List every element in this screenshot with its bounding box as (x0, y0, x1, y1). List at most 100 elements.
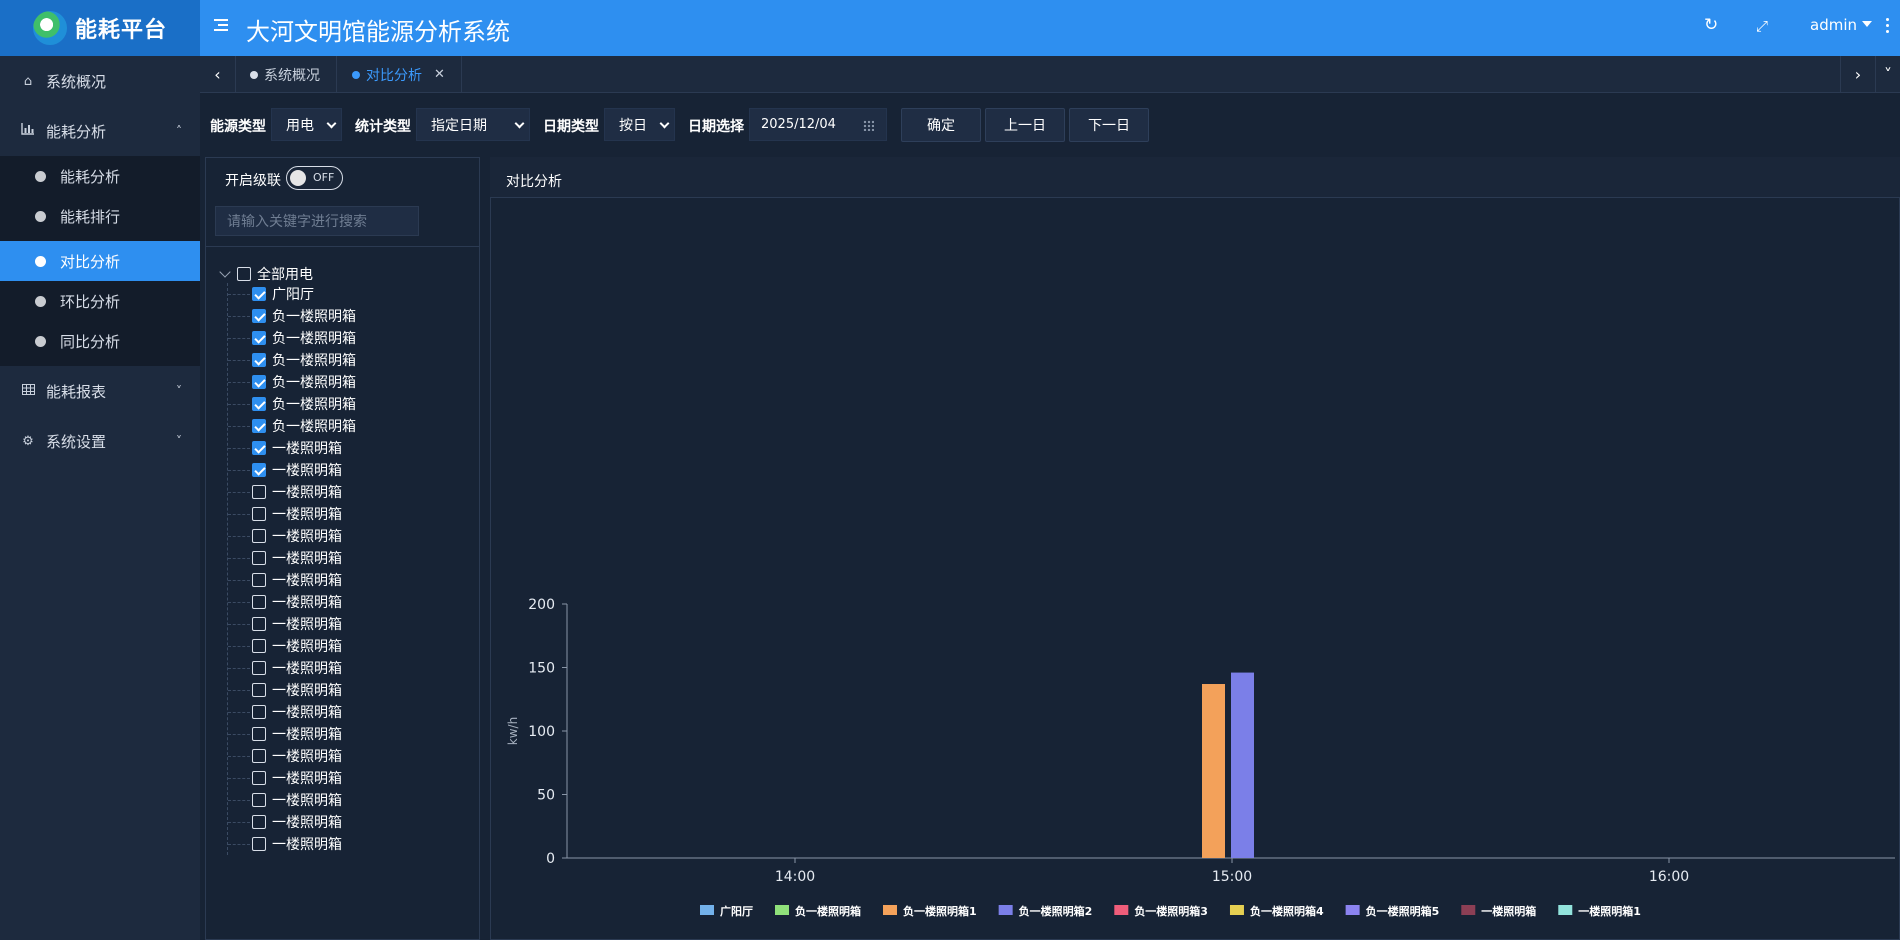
tree-node[interactable]: 一楼照明箱 (228, 614, 342, 634)
tree-node[interactable]: 一楼照明箱 (228, 790, 342, 810)
confirm-button[interactable]: 确定 (901, 108, 981, 142)
checkbox-checked[interactable] (252, 375, 266, 389)
checkbox[interactable] (252, 485, 266, 499)
checkbox[interactable] (252, 705, 266, 719)
legend-label: 负一楼照明箱 (795, 904, 861, 918)
checkbox[interactable] (252, 727, 266, 741)
sidebar-subitem-yoy[interactable]: 同比分析 (0, 321, 200, 361)
checkbox-checked[interactable] (252, 463, 266, 477)
user-menu[interactable]: admin (1810, 16, 1872, 34)
tab-menu-chevron-down-icon[interactable]: ˅ (1876, 56, 1900, 93)
tab-scroll-left-icon[interactable]: ‹ (200, 56, 236, 93)
tree-node[interactable]: 一楼照明箱 (228, 636, 342, 656)
tab-scroll-right-icon[interactable]: › (1840, 56, 1876, 93)
tree-node[interactable]: 负一楼照明箱 (228, 416, 356, 436)
tree-connector (228, 667, 250, 669)
checkbox[interactable] (252, 749, 266, 763)
tree-root[interactable]: 全部用电 (219, 264, 313, 284)
tree-node[interactable]: 负一楼照明箱 (228, 306, 356, 326)
tree-node[interactable]: 一楼照明箱 (228, 548, 342, 568)
checkbox[interactable] (252, 573, 266, 587)
next-day-button[interactable]: 下一日 (1069, 108, 1149, 142)
sidebar-item-settings[interactable]: ⚙ 系统设置 ˅ (0, 416, 200, 466)
checkbox-checked[interactable] (252, 419, 266, 433)
tree-node[interactable]: 一楼照明箱 (228, 592, 342, 612)
date-type-select[interactable]: 按日 (604, 108, 675, 141)
checkbox[interactable] (252, 793, 266, 807)
caret-down-icon (1862, 21, 1872, 27)
checkbox[interactable] (252, 639, 266, 653)
date-picker[interactable]: 2025/12/04 (749, 108, 887, 141)
refresh-icon[interactable]: ↻ (1704, 15, 1718, 35)
tree-node[interactable]: 一楼照明箱 (228, 526, 342, 546)
tree-node[interactable]: 一楼照明箱 (228, 482, 342, 502)
tree-node[interactable]: 负一楼照明箱 (228, 394, 356, 414)
tree-node[interactable]: 一楼照明箱 (228, 438, 342, 458)
tree-search-input[interactable]: 请输入关键字进行搜索 (215, 206, 419, 236)
checkbox[interactable] (252, 595, 266, 609)
tree-node-label: 一楼照明箱 (272, 683, 342, 699)
tree-node[interactable]: 一楼照明箱 (228, 460, 342, 480)
tree-node[interactable]: 一楼照明箱 (228, 680, 342, 700)
checkbox[interactable] (252, 551, 266, 565)
more-icon[interactable] (1886, 18, 1890, 36)
checkbox-checked[interactable] (252, 397, 266, 411)
checkbox[interactable] (252, 683, 266, 697)
tree-node[interactable]: 一楼照明箱 (228, 834, 342, 854)
checkbox-checked[interactable] (252, 441, 266, 455)
sidebar-subitem-comparison[interactable]: 对比分析 (0, 241, 200, 281)
tree-node[interactable]: 负一楼照明箱 (228, 350, 356, 370)
close-icon[interactable]: ✕ (434, 67, 445, 82)
menu-toggle-icon[interactable] (214, 19, 228, 31)
sidebar-subitem-energy-analysis[interactable]: 能耗分析 (0, 156, 200, 196)
tree-node[interactable]: 一楼照明箱 (228, 724, 342, 744)
chevron-down-icon (326, 118, 337, 129)
sidebar-item-energy-analysis[interactable]: 能耗分析 ˄ (0, 106, 200, 156)
tree-node[interactable]: 一楼照明箱 (228, 702, 342, 722)
sidebar-item-label: 能耗分析 (46, 122, 107, 141)
tree-node[interactable]: 广阳厅 (228, 284, 314, 304)
tree-node[interactable]: 一楼照明箱 (228, 812, 342, 832)
sidebar-subitem-mom[interactable]: 环比分析 (0, 281, 200, 321)
checkbox-checked[interactable] (252, 331, 266, 345)
sidebar-subitem-energy-ranking[interactable]: 能耗排行 (0, 196, 200, 236)
checkbox[interactable] (252, 661, 266, 675)
checkbox[interactable] (252, 617, 266, 631)
legend-swatch (1461, 905, 1476, 915)
tab-comparison[interactable]: 对比分析 ✕ (338, 56, 462, 93)
tree-connector (228, 799, 250, 801)
stat-type-label: 统计类型 (355, 119, 411, 135)
checkbox-checked[interactable] (252, 309, 266, 323)
checkbox-checked[interactable] (252, 287, 266, 301)
checkbox[interactable] (252, 837, 266, 851)
tree-connector (228, 447, 250, 449)
bar-负一楼照明箱2 (1231, 672, 1254, 858)
sidebar-item-overview[interactable]: ⌂ 系统概况 (0, 56, 200, 106)
sidebar-item-label: 能耗分析 (60, 167, 121, 186)
tree-node[interactable]: 一楼照明箱 (228, 658, 342, 678)
tree-node[interactable]: 负一楼照明箱 (228, 328, 356, 348)
sidebar-item-energy-report[interactable]: 能耗报表 ˅ (0, 366, 200, 416)
tree-connector (228, 843, 250, 845)
prev-day-button[interactable]: 上一日 (985, 108, 1065, 142)
checkbox[interactable] (252, 771, 266, 785)
tree-node[interactable]: 一楼照明箱 (228, 504, 342, 524)
checkbox[interactable] (252, 815, 266, 829)
fullscreen-icon[interactable]: ⤢ (1756, 17, 1768, 35)
stat-type-select[interactable]: 指定日期 (416, 108, 530, 141)
legend-swatch (1114, 905, 1129, 915)
cascade-toggle[interactable]: OFF (286, 166, 343, 190)
chevron-down-icon[interactable] (219, 265, 231, 278)
tree-node[interactable]: 负一楼照明箱 (228, 372, 356, 392)
tree-connector (228, 821, 250, 823)
tree-node-label: 负一楼照明箱 (272, 397, 356, 413)
tab-overview[interactable]: 系统概况 (236, 56, 337, 93)
checkbox[interactable] (252, 529, 266, 543)
tree-node[interactable]: 一楼照明箱 (228, 746, 342, 766)
tree-node[interactable]: 一楼照明箱 (228, 768, 342, 788)
checkbox[interactable] (252, 507, 266, 521)
checkbox-checked[interactable] (252, 353, 266, 367)
tree-node[interactable]: 一楼照明箱 (228, 570, 342, 590)
energy-type-select[interactable]: 用电 (271, 108, 342, 141)
checkbox[interactable] (237, 267, 251, 281)
